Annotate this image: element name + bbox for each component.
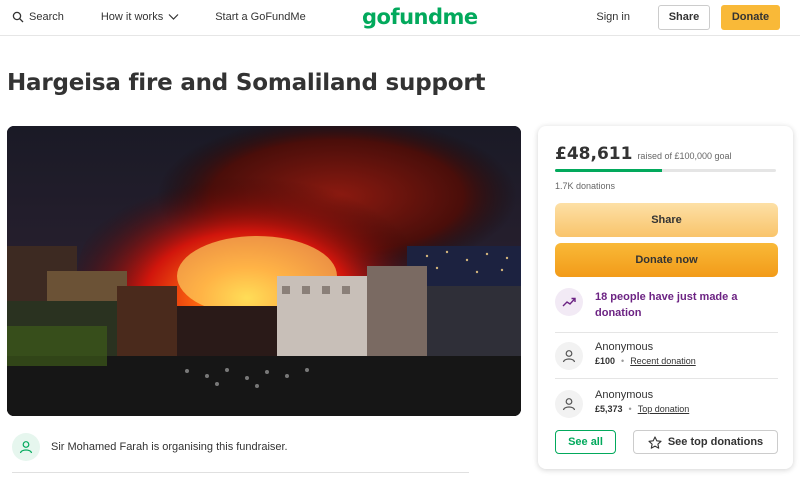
donor-info: Anonymous £5,373 • Top donation: [595, 388, 689, 414]
campaign-photo[interactable]: [7, 126, 521, 416]
see-top-donations-button[interactable]: See top donations: [633, 430, 778, 454]
search-icon: [12, 11, 24, 23]
user-icon: [562, 398, 576, 411]
how-it-works-label: How it works: [100, 11, 164, 23]
search-button[interactable]: Search: [12, 11, 64, 23]
divider: [555, 332, 778, 333]
see-all-button[interactable]: See all: [555, 430, 616, 454]
donation-card: £48,611 raised of £100,000 goal 1.7K don…: [538, 126, 793, 469]
donor-meta: £100 • Recent donation: [595, 356, 696, 366]
header-share-button[interactable]: Share: [658, 4, 710, 30]
fire-scene-image: [7, 126, 521, 416]
donor-name: Anonymous: [595, 341, 654, 353]
start-gofundme-label: Start a GoFundMe: [215, 11, 306, 23]
donor-amount: £100: [595, 356, 616, 366]
sign-in-link[interactable]: Sign in: [596, 11, 630, 23]
donation-item: Anonymous £5,373 • Top donation: [555, 388, 778, 418]
donor-info: Anonymous £100 • Recent donation: [595, 340, 696, 366]
separator-dot: •: [621, 356, 625, 366]
top-donation-link[interactable]: Top donation: [638, 404, 690, 414]
divider: [12, 472, 469, 473]
user-icon: [562, 350, 576, 363]
star-icon: [648, 435, 662, 449]
goal-text: raised of £100,000 goal: [637, 151, 732, 161]
page-title: Hargeisa fire and Somaliland support: [7, 70, 486, 96]
progress-bar: [555, 169, 776, 172]
trend-text: 18 people have just made a donation: [595, 291, 738, 319]
raised-summary: £48,611 raised of £100,000 goal: [555, 144, 732, 164]
start-gofundme-link[interactable]: Start a GoFundMe: [215, 11, 306, 23]
chevron-down-icon: [168, 14, 179, 20]
trending-up-icon: [562, 297, 576, 307]
separator-dot: •: [628, 404, 632, 414]
organiser-row: Sir Mohamed Farah is organising this fun…: [12, 433, 288, 461]
how-it-works-menu[interactable]: How it works: [101, 11, 179, 23]
donor-avatar: [555, 342, 583, 370]
donor-avatar: [555, 390, 583, 418]
trend-badge: [555, 288, 583, 316]
progress-fill: [555, 169, 663, 172]
see-top-donations-label: See top donations: [667, 436, 764, 448]
donation-item: Anonymous £100 • Recent donation: [555, 340, 778, 370]
recent-activity: 18 people have just made a donation: [555, 288, 778, 321]
search-label: Search: [29, 11, 64, 23]
organiser-text: Sir Mohamed Farah is organising this fun…: [51, 441, 288, 453]
gofundme-logo[interactable]: gofundme: [362, 5, 478, 29]
user-icon: [19, 441, 33, 454]
organiser-avatar: [12, 433, 40, 461]
nav-right: Sign in Share Donate: [596, 4, 780, 30]
raised-amount: £48,611: [555, 144, 633, 164]
top-nav: Search How it works Start a GoFundMe gof…: [0, 0, 800, 36]
share-button[interactable]: Share: [555, 203, 778, 237]
nav-left: Search How it works Start a GoFundMe: [12, 0, 306, 34]
donation-count: 1.7K donations: [555, 181, 616, 191]
recent-donation-link[interactable]: Recent donation: [630, 356, 696, 366]
donate-now-button[interactable]: Donate now: [555, 243, 778, 277]
donor-name: Anonymous: [595, 389, 654, 401]
donor-amount: £5,373: [595, 404, 623, 414]
header-donate-button[interactable]: Donate: [721, 4, 780, 30]
divider: [555, 378, 778, 379]
donor-meta: £5,373 • Top donation: [595, 404, 689, 414]
